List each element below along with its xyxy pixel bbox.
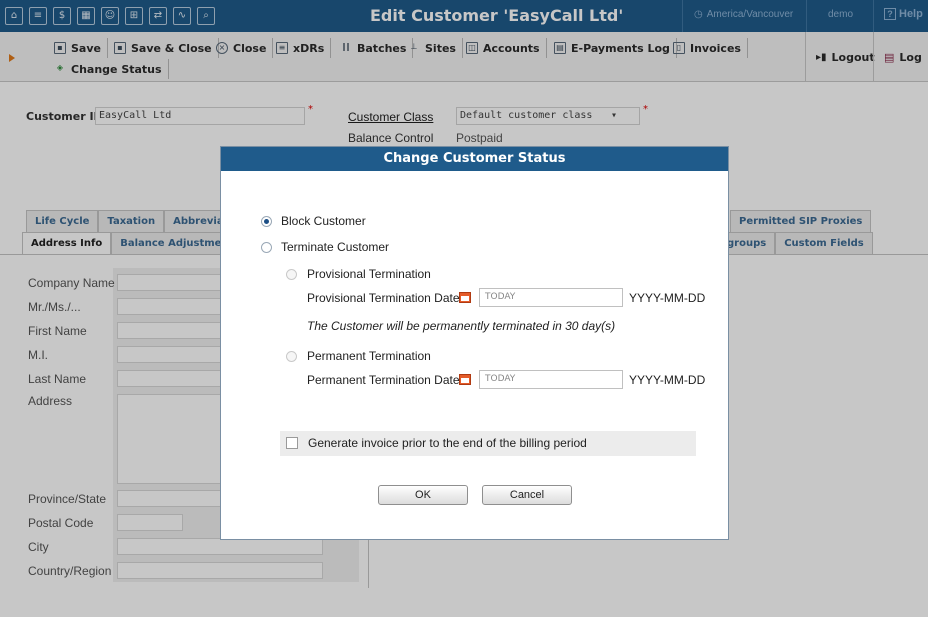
permanent-date-label: Permanent Termination Date [307, 373, 460, 387]
provisional-date-label: Provisional Termination Date [307, 291, 460, 305]
calendar-icon[interactable] [459, 374, 471, 385]
permanent-termination-radio[interactable] [286, 351, 297, 362]
ok-button[interactable]: OK [378, 485, 468, 505]
change-status-dialog: Change Customer Status Block Customer Te… [220, 146, 729, 540]
terminate-customer-radio[interactable] [261, 242, 272, 253]
terminate-customer-label: Terminate Customer [281, 240, 390, 254]
cancel-button[interactable]: Cancel [482, 485, 572, 505]
permanent-termination-label: Permanent Termination [307, 349, 431, 363]
provisional-termination-label: Provisional Termination [307, 267, 431, 281]
calendar-icon[interactable] [459, 292, 471, 303]
block-customer-label: Block Customer [281, 214, 366, 228]
dialog-title: Change Customer Status [221, 147, 728, 171]
generate-invoice-label: Generate invoice prior to the end of the… [308, 436, 587, 450]
provisional-termination-radio[interactable] [286, 269, 297, 280]
provisional-date-format: YYYY-MM-DD [629, 291, 706, 305]
permanent-date-input[interactable]: TODAY [479, 370, 623, 389]
permanent-date-format: YYYY-MM-DD [629, 373, 706, 387]
generate-invoice-checkbox[interactable] [286, 437, 298, 449]
invoice-option-row: Generate invoice prior to the end of the… [280, 431, 696, 456]
provisional-date-input[interactable]: TODAY [479, 288, 623, 307]
termination-note: The Customer will be permanently termina… [307, 319, 616, 333]
block-customer-radio[interactable] [261, 216, 272, 227]
